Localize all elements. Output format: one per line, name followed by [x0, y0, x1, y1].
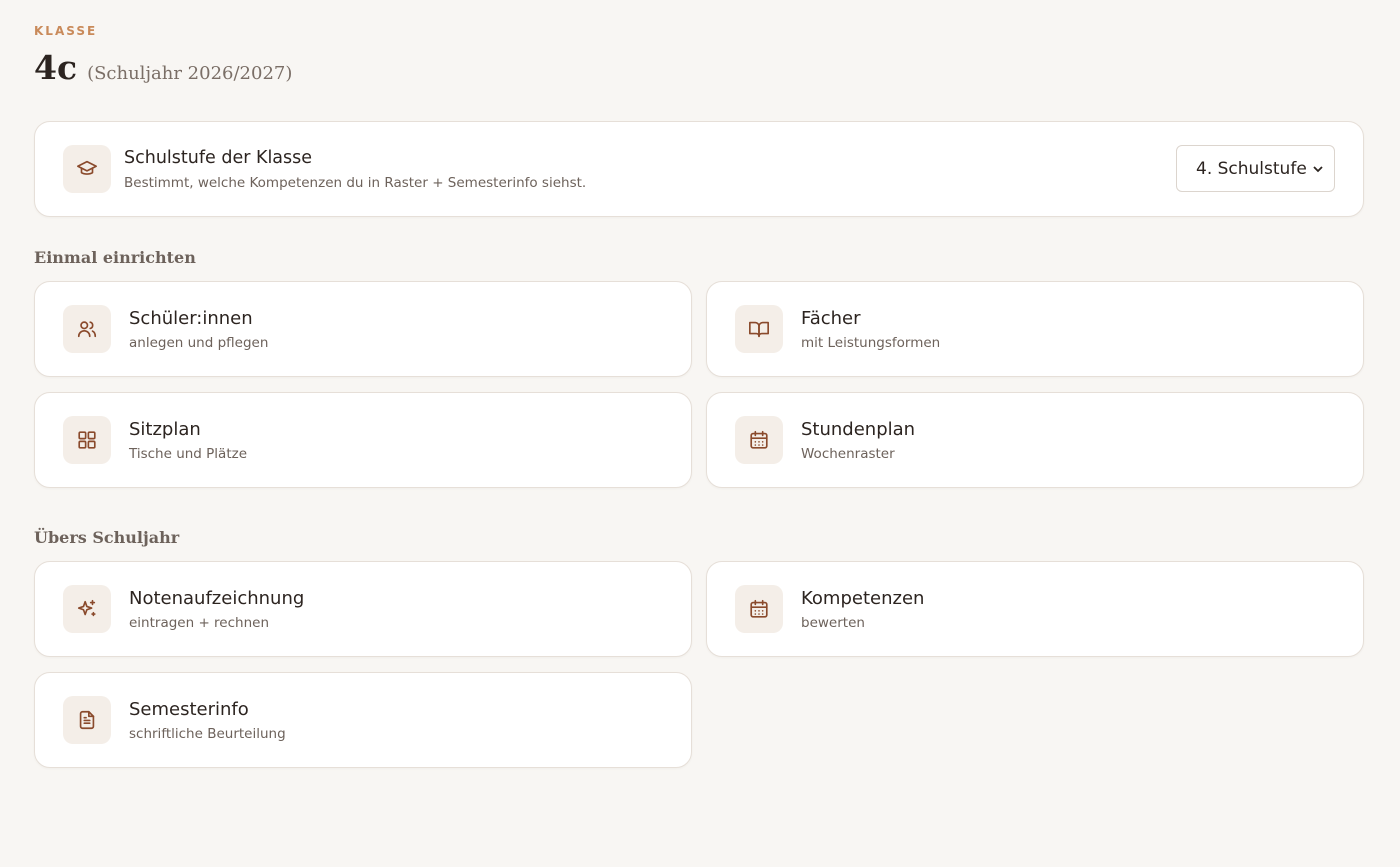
card-timetable[interactable]: Stundenplan Wochenraster [706, 392, 1364, 488]
card-seating-plan[interactable]: Sitzplan Tische und Plätze [34, 392, 692, 488]
calendar-icon [735, 416, 783, 464]
graduation-cap-icon [63, 145, 111, 193]
chevron-down-icon [1311, 161, 1325, 175]
users-icon [63, 305, 111, 353]
card-title: Schüler:innen [129, 308, 253, 329]
card-subtitle: mit Leistungsformen [801, 335, 941, 351]
card-grade-records[interactable]: Notenaufzeichnung eintragen + rechnen [34, 561, 692, 657]
sparkle-icon [63, 585, 111, 633]
card-subtitle: eintragen + rechnen [129, 615, 270, 631]
card-title: Semesterinfo [129, 699, 249, 720]
card-subtitle: Wochenraster [801, 446, 895, 462]
card-title: Kompetenzen [801, 588, 925, 609]
card-subtitle: anlegen und pflegen [129, 335, 269, 351]
document-icon [63, 696, 111, 744]
card-title: Sitzplan [129, 419, 201, 440]
card-subtitle: Tische und Plätze [129, 446, 248, 462]
grade-level-subtitle: Bestimmt, welche Kompetenzen du in Raste… [124, 175, 587, 191]
page-eyebrow: KLASSE [34, 24, 98, 38]
card-subtitle: schriftliche Beurteilung [129, 726, 286, 742]
card-title: Notenaufzeichnung [129, 588, 305, 609]
calendar-icon [735, 585, 783, 633]
grade-level-selected: 4. Schulstufe [1196, 158, 1307, 179]
card-students[interactable]: Schüler:innen anlegen und pflegen [34, 281, 692, 377]
card-competencies[interactable]: Kompetenzen bewerten [706, 561, 1364, 657]
card-subtitle: bewerten [801, 615, 865, 631]
card-semester-info[interactable]: Semesterinfo schriftliche Beurteilung [34, 672, 692, 768]
card-subjects[interactable]: Fächer mit Leistungsformen [706, 281, 1364, 377]
section-title-year: Übers Schuljahr [34, 528, 180, 547]
class-name: 4c [34, 48, 78, 87]
grade-level-card: Schulstufe der Klasse Bestimmt, welche K… [34, 121, 1364, 217]
school-year: (Schuljahr 2026/2027) [87, 63, 293, 84]
card-title: Fächer [801, 308, 861, 329]
section-title-setup: Einmal einrichten [34, 248, 196, 267]
card-title: Stundenplan [801, 419, 916, 440]
book-open-icon [735, 305, 783, 353]
grade-level-title: Schulstufe der Klasse [124, 148, 313, 168]
page-title: 4c (Schuljahr 2026/2027) [34, 48, 292, 87]
grid-icon [63, 416, 111, 464]
grade-level-select[interactable]: 4. Schulstufe [1176, 145, 1335, 192]
